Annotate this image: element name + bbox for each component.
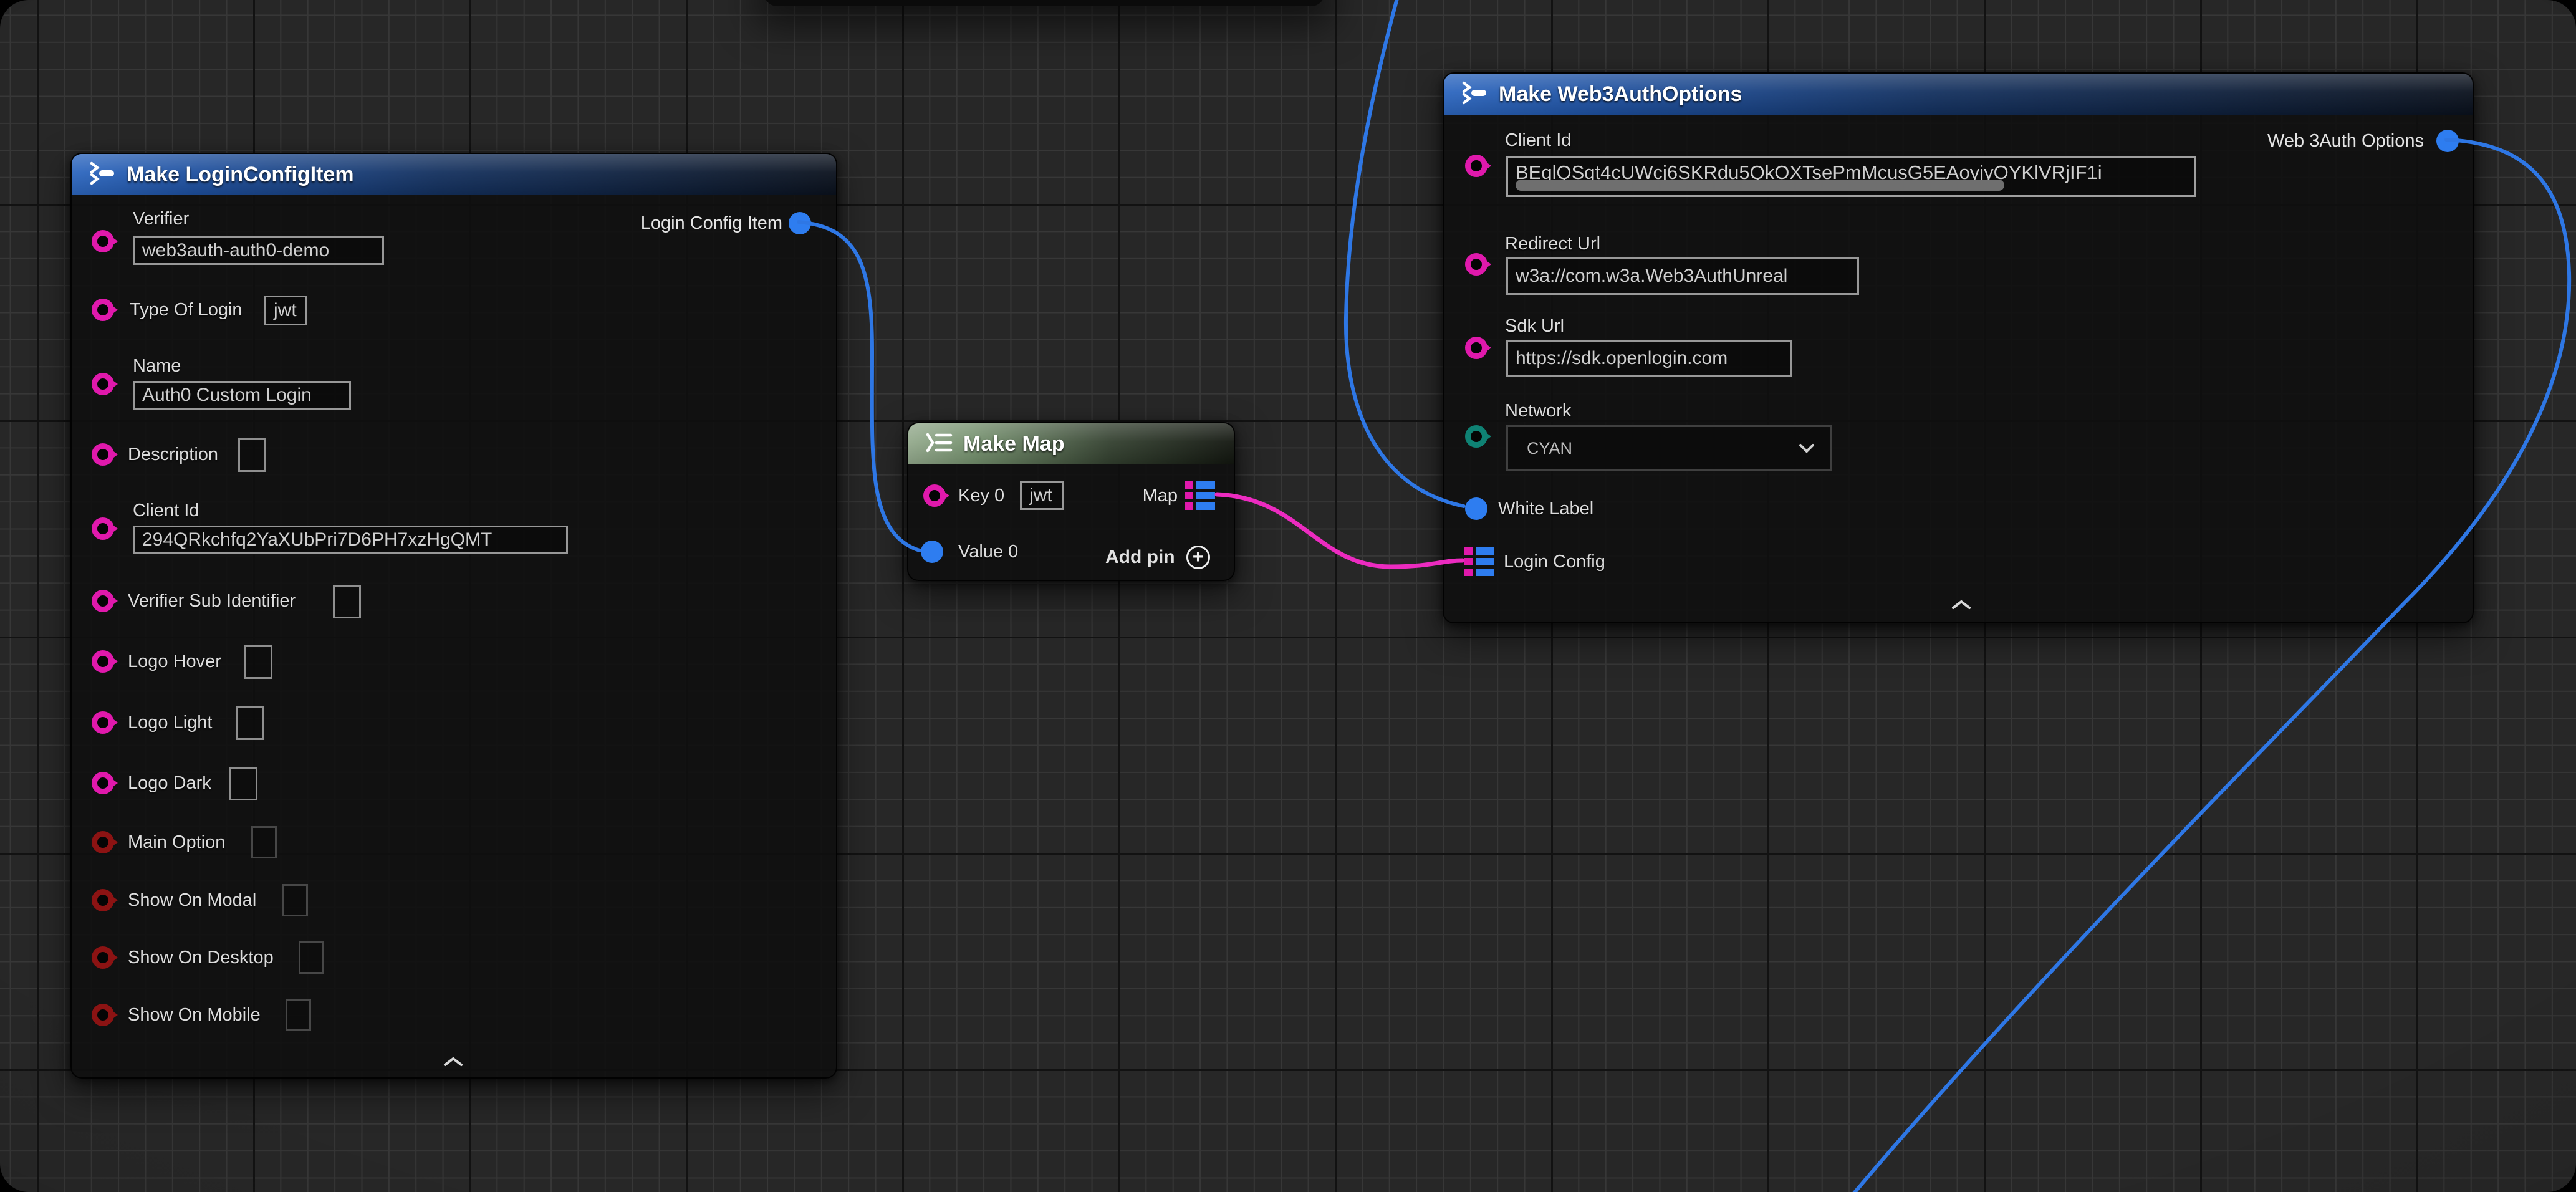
horizontal-scrollbar[interactable] — [1516, 180, 2004, 191]
pin-label-network: Network — [1505, 401, 1571, 421]
description-field[interactable] — [238, 438, 266, 472]
pin-label-main-option: Main Option — [128, 832, 225, 852]
node-title: Make LoginConfigItem — [127, 163, 354, 187]
pin-white-label[interactable] — [1465, 497, 1487, 520]
pin-label-type-of-login: Type Of Login — [130, 300, 243, 320]
main-option-checkbox[interactable] — [251, 826, 277, 858]
pin-label-logo-dark: Logo Dark — [128, 773, 211, 793]
pin-label-web3auth-options: Web 3Auth Options — [2267, 131, 2424, 151]
blueprint-graph-canvas[interactable]: Make LoginConfigItem Login Config Item V… — [0, 0, 2576, 1192]
node-title: Make Web3AuthOptions — [1499, 82, 1742, 107]
pin-client-id[interactable] — [1465, 155, 1487, 177]
pin-verifier[interactable] — [92, 230, 114, 252]
sdk-url-field[interactable]: https://sdk.openlogin.com — [1506, 340, 1792, 377]
pin-label-key-0: Key 0 — [958, 486, 1004, 506]
pin-label-sdk-url: Sdk Url — [1505, 316, 1564, 336]
pin-show-on-mobile[interactable] — [92, 1004, 114, 1026]
pin-label-white-label: White Label — [1498, 499, 1593, 519]
pin-verifier-sub-identifier[interactable] — [92, 590, 114, 612]
pin-label-logo-light: Logo Light — [128, 713, 212, 733]
add-pin-icon[interactable]: + — [1186, 546, 1210, 569]
pin-login-config[interactable] — [1464, 547, 1494, 576]
verifier-sub-identifier-field[interactable] — [333, 585, 361, 618]
make-struct-icon — [1460, 81, 1489, 108]
logo-light-field[interactable] — [236, 706, 264, 740]
pin-show-on-modal[interactable] — [92, 889, 114, 911]
pin-label-login-config: Login Config — [1504, 552, 1605, 572]
pin-label-client-id: Client Id — [1505, 130, 1571, 150]
client-id-field[interactable]: 294QRkchfq2YaXUbPri7D6PH7xzHgQMT — [133, 526, 568, 554]
pin-label-show-on-modal: Show On Modal — [128, 890, 256, 910]
pin-description[interactable] — [92, 443, 114, 466]
node-header-make-map[interactable]: Make Map — [908, 423, 1234, 464]
pin-label-name: Name — [133, 356, 181, 376]
pin-network[interactable] — [1465, 425, 1487, 448]
verifier-field[interactable]: web3auth-auth0-demo — [133, 236, 384, 265]
node-title: Make Map — [963, 432, 1065, 456]
node-make-map[interactable]: Make Map Key 0 jwt Map Value 0 Add pin + — [907, 422, 1235, 581]
pin-key-0[interactable] — [923, 484, 946, 507]
node-make-loginconfigitem[interactable]: Make LoginConfigItem Login Config Item V… — [70, 153, 837, 1079]
pin-name[interactable] — [92, 373, 114, 395]
pin-label-verifier-sub-identifier: Verifier Sub Identifier — [128, 591, 296, 611]
network-dropdown[interactable]: CYAN — [1506, 425, 1832, 471]
pin-label-verifier: Verifier — [133, 209, 189, 229]
logo-dark-field[interactable] — [229, 767, 257, 800]
pin-label-value-0: Value 0 — [958, 542, 1018, 562]
pin-label-show-on-desktop: Show On Desktop — [128, 948, 274, 968]
pin-redirect-url[interactable] — [1465, 253, 1487, 276]
make-container-icon — [925, 431, 953, 457]
pin-label-map: Map — [1143, 486, 1178, 506]
redirect-url-field[interactable]: w3a://com.w3a.Web3AuthUnreal — [1506, 257, 1859, 295]
pin-label-show-on-mobile: Show On Mobile — [128, 1005, 261, 1025]
logo-hover-field[interactable] — [244, 645, 272, 679]
node-header-make-loginconfigitem[interactable]: Make LoginConfigItem — [72, 154, 836, 195]
pin-web3auth-options-output[interactable] — [2436, 130, 2459, 152]
show-on-modal-checkbox[interactable] — [282, 884, 308, 916]
pin-map-output[interactable] — [1185, 481, 1215, 510]
client-id-field[interactable]: BEglQSgt4cUWcj6SKRdu5QkOXTsePmMcusG5EAoy… — [1506, 156, 2196, 197]
pin-show-on-desktop[interactable] — [92, 946, 114, 969]
pin-logo-hover[interactable] — [92, 650, 114, 673]
chevron-down-icon — [1797, 439, 1816, 458]
show-on-desktop-checkbox[interactable] — [299, 941, 324, 974]
pin-label-login-config-item: Login Config Item — [641, 213, 782, 233]
offscreen-node-shadow — [764, 0, 1325, 6]
add-pin-button[interactable]: Add pin + — [1105, 546, 1210, 569]
type-of-login-field[interactable]: jwt — [264, 296, 307, 325]
collapse-chevron-icon[interactable] — [1949, 597, 1974, 615]
pin-label-description: Description — [128, 445, 218, 464]
name-field[interactable]: Auth0 Custom Login — [133, 381, 351, 410]
wire-map-to-loginconfig[interactable] — [1217, 494, 1463, 567]
pin-client-id[interactable] — [92, 517, 114, 540]
pin-logo-light[interactable] — [92, 711, 114, 734]
pin-type-of-login[interactable] — [92, 299, 114, 321]
pin-label-logo-hover: Logo Hover — [128, 651, 221, 671]
show-on-mobile-checkbox[interactable] — [286, 999, 311, 1031]
node-make-web3authoptions[interactable]: Make Web3AuthOptions Web 3Auth Options C… — [1443, 72, 2474, 623]
pin-main-option[interactable] — [92, 831, 114, 853]
key-0-field[interactable]: jwt — [1020, 481, 1064, 510]
make-struct-icon — [88, 161, 117, 188]
node-header-make-web3authoptions[interactable]: Make Web3AuthOptions — [1444, 74, 2473, 115]
pin-sdk-url[interactable] — [1465, 337, 1487, 359]
collapse-chevron-icon[interactable] — [441, 1054, 466, 1072]
pin-login-config-item-output[interactable] — [789, 212, 811, 234]
pin-logo-dark[interactable] — [92, 772, 114, 794]
pin-label-redirect-url: Redirect Url — [1505, 234, 1600, 254]
pin-value-0[interactable] — [921, 541, 943, 563]
pin-label-client-id: Client Id — [133, 501, 199, 521]
